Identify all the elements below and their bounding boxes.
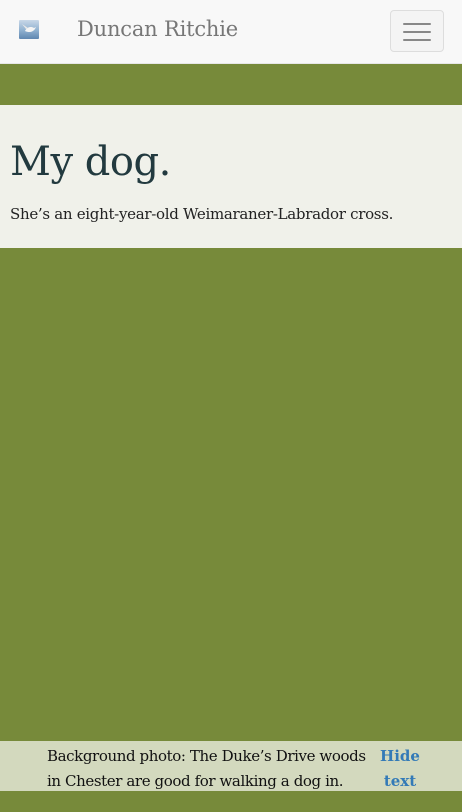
page-subtitle: She’s an eight-year-old Weimaraner-Labra… [10, 205, 394, 223]
hamburger-icon-middle [403, 31, 431, 33]
hamburger-icon [403, 23, 431, 25]
intro-panel: My dog. She’s an eight-year-old Weimaran… [0, 105, 462, 248]
hide-text-link[interactable]: Hide text [378, 744, 422, 794]
photo-caption-text: Background photo: The Duke’s Drive woods… [47, 747, 366, 790]
photo-caption-bar: Background photo: The Duke’s Drive woods… [0, 741, 462, 791]
hamburger-icon-bottom [403, 39, 431, 41]
seagull-photo-icon[interactable] [19, 20, 39, 39]
page-title: My dog. [10, 139, 171, 185]
menu-toggle-button[interactable] [390, 10, 444, 52]
seagull-photo-icon-graphic [22, 24, 36, 33]
navbar: Duncan Ritchie [0, 0, 462, 64]
brand-name-link[interactable]: Duncan Ritchie [77, 17, 238, 41]
